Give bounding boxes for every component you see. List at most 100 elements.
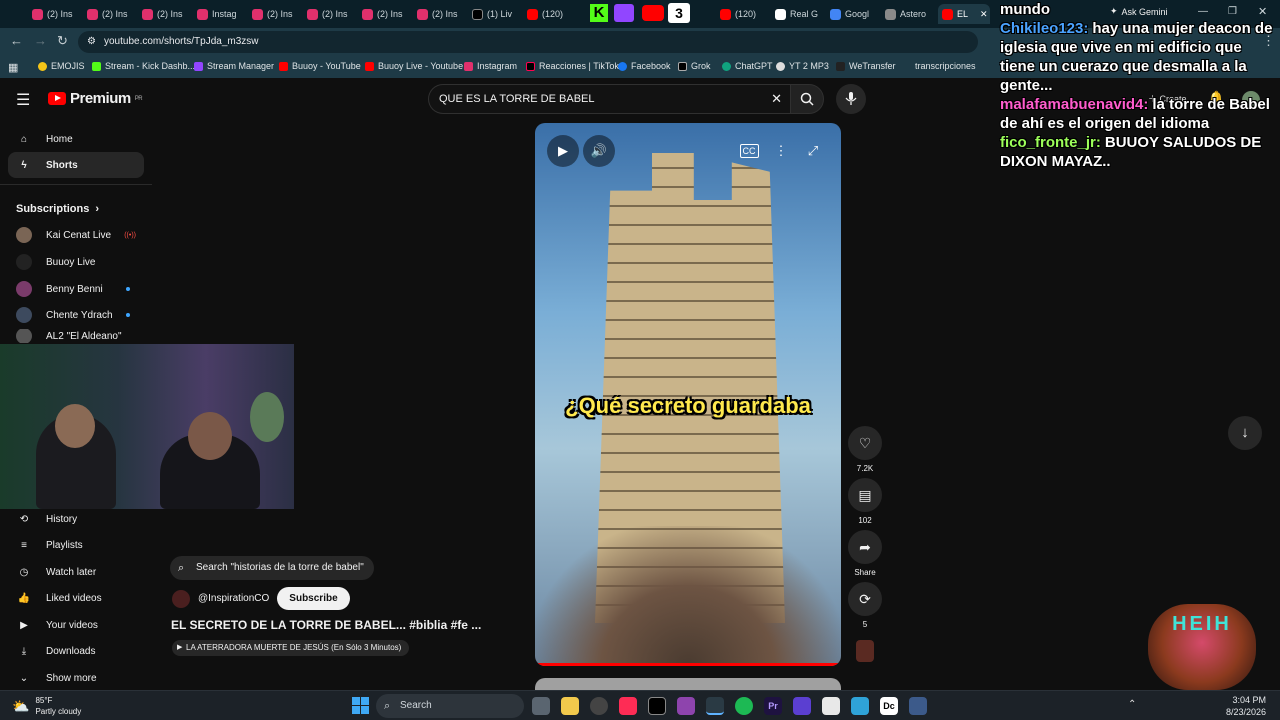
sidebar-item-shorts[interactable]: ϟ Shorts: [8, 152, 144, 178]
captions-button[interactable]: CC: [733, 135, 765, 167]
sidebar-item-playlists[interactable]: ≡ Playlists: [8, 532, 144, 558]
browser-tab[interactable]: (1) Liv: [472, 4, 524, 24]
browser-tab[interactable]: Googl: [830, 4, 882, 24]
video-caption: ¿Qué secreto guardaba: [565, 393, 811, 418]
task-view-icon[interactable]: [532, 697, 550, 715]
next-short-preview[interactable]: [535, 678, 841, 690]
sound-thumbnail[interactable]: [856, 640, 874, 662]
browser-tab[interactable]: (2) Ins: [252, 4, 304, 24]
bookmark-item[interactable]: Buuoy Live - Youtube: [365, 61, 463, 71]
capcut-editor-icon[interactable]: Dc: [880, 697, 898, 715]
comments-button[interactable]: ▤ 102: [847, 478, 883, 525]
notepad-icon[interactable]: [822, 697, 840, 715]
forward-icon[interactable]: →: [34, 33, 47, 48]
tiktok-live-icon[interactable]: [619, 697, 637, 715]
search-input[interactable]: QUE ES LA TORRE DE BABEL ✕: [428, 84, 790, 114]
remix-button[interactable]: ⟳ 5: [847, 582, 883, 629]
windows-start-icon[interactable]: [352, 697, 369, 714]
sidebar-item-subscription[interactable]: Chente Ydrach: [8, 302, 144, 328]
voice-search-button[interactable]: [836, 84, 866, 114]
more-options-button[interactable]: ⋮: [765, 135, 797, 167]
instagram-icon: [362, 8, 373, 20]
browser-tab[interactable]: (2) Ins: [87, 4, 139, 24]
clock[interactable]: 3:04 PM 8/23/2026: [1226, 694, 1266, 718]
play-button[interactable]: ▶: [547, 135, 579, 167]
shorts-video-player[interactable]: ▶ 🔊 CC ⋮ ⤢ ¿Qué secreto guardaba: [535, 123, 841, 666]
video-title[interactable]: EL SECRETO DE LA TORRE DE BABEL... #bibl…: [171, 618, 481, 632]
search-button[interactable]: [790, 84, 824, 114]
sidebar-item-history[interactable]: ⟲ History: [8, 506, 144, 532]
app-icon[interactable]: [793, 697, 811, 715]
app-icon[interactable]: [677, 697, 695, 715]
weather-widget[interactable]: ⛅ 85°F Partly cloudy: [12, 695, 81, 717]
channel-name[interactable]: @InspirationCO: [198, 593, 269, 604]
browser-tab[interactable]: (2) Ins: [142, 4, 194, 24]
bookmark-item[interactable]: Instagram: [464, 61, 517, 71]
reload-icon[interactable]: ↻: [57, 33, 68, 49]
sidebar-item-liked-videos[interactable]: 👍 Liked videos: [8, 585, 144, 611]
browser-tab[interactable]: (2) Ins: [32, 4, 84, 24]
related-search-chip[interactable]: ⌕ Search "historias de la torre de babel…: [170, 556, 374, 580]
capcut-icon[interactable]: [648, 697, 666, 715]
browser-tab[interactable]: (2) Ins: [362, 4, 414, 24]
file-explorer-icon[interactable]: [561, 697, 579, 715]
spotify-icon[interactable]: [735, 697, 753, 715]
tray-expand-icon[interactable]: ⌃: [1128, 699, 1136, 710]
url-field[interactable]: ⚙ youtube.com/shorts/TpJda_m3zsw: [78, 31, 978, 53]
sidebar-item-watch-later[interactable]: ◷ Watch later: [8, 559, 144, 585]
bookmark-item[interactable]: Grok: [678, 61, 711, 71]
taskbar-search[interactable]: ⌕ Search: [376, 694, 524, 718]
bookmark-item[interactable]: EMOJIS: [38, 61, 85, 71]
channel-avatar[interactable]: [172, 589, 190, 608]
browser-tab[interactable]: Instag: [197, 4, 249, 24]
sidebar-item-subscription[interactable]: Buuoy Live: [8, 249, 144, 275]
hamburger-menu-icon[interactable]: ☰: [16, 90, 30, 110]
bookmark-item[interactable]: Facebook: [618, 61, 671, 71]
browser-tab[interactable]: (120): [527, 4, 572, 24]
bookmark-item[interactable]: Reacciones | TikTok: [526, 61, 619, 71]
fullscreen-button[interactable]: ⤢: [797, 135, 829, 167]
bookmark-item[interactable]: Stream Manager: [194, 61, 274, 71]
bookmark-item[interactable]: YT 2 MP3: [776, 61, 829, 71]
bookmark-item[interactable]: Stream - Kick Dashb...: [92, 61, 195, 71]
obs-icon[interactable]: [590, 697, 608, 715]
chrome-icon[interactable]: [706, 697, 724, 715]
close-tab-icon[interactable]: ✕: [980, 9, 988, 20]
subscriptions-heading[interactable]: Subscriptions ›: [8, 196, 144, 222]
browser-tab[interactable]: Astero: [885, 4, 937, 24]
app-icon[interactable]: [909, 697, 927, 715]
browser-tab[interactable]: Real G: [775, 4, 827, 24]
site-info-icon[interactable]: ⚙: [87, 31, 96, 53]
bookmark-item[interactable]: WeTransfer: [836, 61, 896, 71]
sidebar-item-home[interactable]: ⌂ Home: [8, 126, 144, 152]
browser-tab[interactable]: (2) Ins: [307, 4, 359, 24]
back-icon[interactable]: ←: [10, 33, 23, 48]
share-button[interactable]: ➦ Share: [847, 530, 883, 577]
volume-button[interactable]: 🔊: [583, 135, 615, 167]
sidebar-item-downloads[interactable]: ⤓ Downloads: [8, 638, 144, 664]
sidebar-item-subscription[interactable]: AL2 "El Aldeano": [8, 329, 144, 343]
subscribe-button[interactable]: Subscribe: [277, 587, 350, 610]
avatar: [16, 307, 32, 323]
browser-tab[interactable]: (2) Ins: [417, 4, 469, 24]
browser-tab-active[interactable]: EL ✕: [938, 4, 990, 24]
bookmark-item[interactable]: transcripciones: [902, 61, 976, 71]
browser-tab[interactable]: (120): [720, 4, 772, 24]
youtube-logo[interactable]: Premium PR: [48, 90, 143, 107]
next-video-button[interactable]: ↓: [1228, 416, 1262, 450]
app-icon[interactable]: [851, 697, 869, 715]
sidebar-item-your-videos[interactable]: ▶ Your videos: [8, 612, 144, 638]
playlist-chip[interactable]: ▶ LA ATERRADORA MUERTE DE JESÚS (En Sólo…: [172, 640, 410, 656]
sidebar-item-subscription[interactable]: Kai Cenat Live ((•)): [8, 222, 144, 248]
bookmark-item[interactable]: ChatGPT: [722, 61, 773, 71]
sidebar-item-show-more[interactable]: ⌄ Show more: [8, 665, 144, 691]
clear-search-icon[interactable]: ✕: [771, 85, 782, 113]
progress-bar[interactable]: [535, 663, 841, 666]
premiere-pro-icon[interactable]: Pr: [764, 697, 782, 715]
bookmark-item[interactable]: Buuoy - YouTube: [279, 61, 361, 71]
sidebar-item-subscription[interactable]: Benny Benni: [8, 276, 144, 302]
like-button[interactable]: ♡ 7.2K: [847, 426, 883, 473]
apps-icon[interactable]: ▦: [8, 61, 18, 74]
youtube-icon: [365, 61, 374, 71]
instagram-icon: [142, 8, 153, 20]
